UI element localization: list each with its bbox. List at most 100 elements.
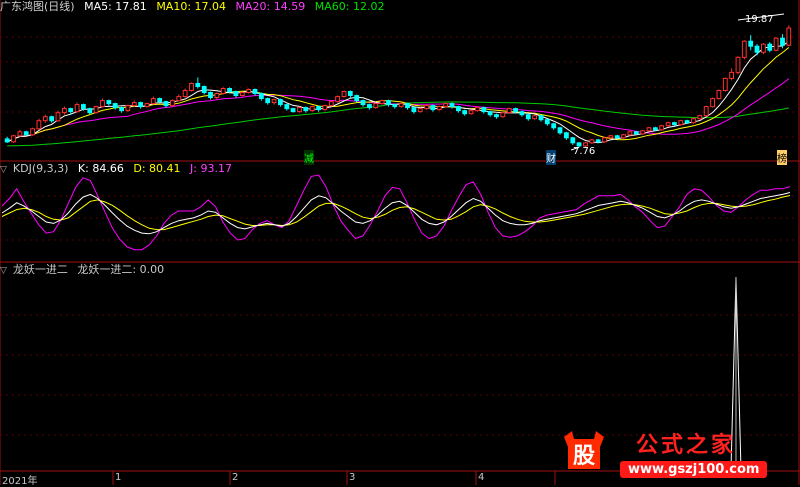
- candle-up: [125, 105, 131, 112]
- candle-down: [538, 115, 544, 121]
- candle-up: [710, 98, 716, 108]
- candle-down: [780, 37, 785, 46]
- candle-up: [62, 108, 67, 114]
- ma60-label: MA60: 12.02: [314, 0, 385, 13]
- candle-down: [462, 110, 468, 115]
- candle-down: [449, 103, 455, 108]
- candle-down: [106, 100, 112, 105]
- candle-up: [131, 102, 137, 107]
- candle-up: [761, 43, 766, 53]
- candle-up: [443, 103, 449, 108]
- kdj-title: KDJ(9,3,3): [12, 162, 69, 175]
- candle-up: [741, 40, 747, 58]
- candle-down: [49, 116, 55, 122]
- candle-up: [239, 92, 245, 96]
- candle-up: [214, 93, 220, 98]
- indicator-panel-header: ▽ 龙妖一进二 龙妖一进二: 0.00: [0, 263, 170, 277]
- candle-up: [11, 135, 16, 143]
- candle-down: [252, 89, 258, 94]
- candle-down: [278, 99, 283, 106]
- candle-up: [608, 135, 614, 139]
- candle-up: [30, 128, 36, 136]
- candle-down: [494, 114, 499, 118]
- candle-up: [506, 108, 512, 114]
- watermark: 股 公式之家 www.gszj100.com: [558, 425, 788, 485]
- ma20-line: [6, 78, 790, 143]
- candle-up: [144, 103, 150, 108]
- candle-down: [138, 102, 143, 108]
- stock-chart-canvas[interactable]: [0, 0, 800, 485]
- candle-down: [557, 127, 563, 134]
- candle-up: [93, 106, 99, 114]
- candle-up: [468, 110, 474, 115]
- candle-down: [487, 111, 493, 116]
- candle-up: [271, 99, 277, 104]
- candle-up: [379, 100, 385, 105]
- time-axis-label: 2: [232, 472, 239, 483]
- candle-down: [112, 103, 118, 109]
- ma5-line: [6, 40, 790, 144]
- candle-up: [36, 120, 42, 130]
- candle-up: [335, 96, 341, 103]
- candle-up: [328, 101, 334, 107]
- candle-down: [195, 83, 201, 87]
- candle-down: [411, 107, 417, 113]
- candle-down: [614, 135, 620, 139]
- low-price-label: 7.76: [573, 146, 596, 157]
- candle-up: [665, 122, 671, 127]
- indicator-title: 龙妖一进二: [12, 263, 68, 276]
- candle-down: [754, 45, 760, 53]
- candle-up: [627, 131, 633, 136]
- candle-up: [297, 107, 302, 113]
- candle-down: [513, 108, 519, 113]
- candle-down: [201, 86, 207, 93]
- indicator-value: 龙妖一进二: 0.00: [77, 263, 165, 276]
- high-price-label: 19.87: [745, 14, 774, 25]
- candle-down: [233, 91, 239, 96]
- kdj-k-label: K: 84.66: [77, 162, 124, 175]
- candle-up: [246, 89, 252, 93]
- candle-down: [386, 100, 391, 106]
- candle-up: [189, 83, 194, 91]
- candle-up: [17, 131, 23, 137]
- candle-up: [691, 118, 696, 124]
- candle-down: [163, 101, 169, 107]
- kdj-k-line: [1, 192, 791, 235]
- candle-down: [525, 114, 531, 120]
- candle-up: [182, 90, 188, 97]
- candle-up: [729, 71, 735, 79]
- ma20-label: MA20: 14.59: [235, 0, 306, 13]
- kdj-collapse-icon[interactable]: ▽: [0, 165, 7, 175]
- candle-up: [602, 137, 607, 143]
- kdj-j-line: [1, 174, 791, 251]
- kdj-panel-header: ▽ KDJ(9,3,3) K: 84.66 D: 80.41 J: 93.17: [0, 162, 238, 176]
- candle-down: [672, 122, 677, 126]
- main-panel-header: 广东鸿图(日线) MA5: 17.81 MA10: 17.04 MA20: 14…: [0, 0, 390, 14]
- watermark-logo-icon: 股: [564, 431, 604, 469]
- candle-down: [157, 98, 163, 103]
- ma60-line: [7, 101, 789, 147]
- candle-up: [42, 116, 48, 122]
- candle-up: [373, 103, 379, 109]
- candle-down: [354, 95, 360, 102]
- time-axis-label: 3: [349, 472, 356, 483]
- candle-down: [570, 137, 576, 144]
- ma5-label: MA5: 17.81: [84, 0, 147, 13]
- tag-right: 榜: [777, 150, 787, 165]
- candle-down: [519, 111, 525, 116]
- time-axis-label: 4: [478, 472, 485, 483]
- stock-title: 广东鸿图(日线): [0, 0, 75, 13]
- candle-up: [220, 88, 226, 94]
- candle-up: [170, 100, 175, 107]
- candle-down: [767, 43, 773, 51]
- candle-down: [456, 106, 461, 112]
- candle-down: [284, 104, 290, 110]
- candle-up: [640, 130, 646, 135]
- candle-up: [150, 98, 156, 105]
- candle-down: [367, 104, 372, 109]
- candle-down: [208, 92, 213, 98]
- candle-up: [55, 112, 61, 122]
- candle-up: [786, 27, 792, 46]
- indicator-collapse-icon[interactable]: ▽: [0, 266, 7, 276]
- candle-down: [259, 93, 264, 99]
